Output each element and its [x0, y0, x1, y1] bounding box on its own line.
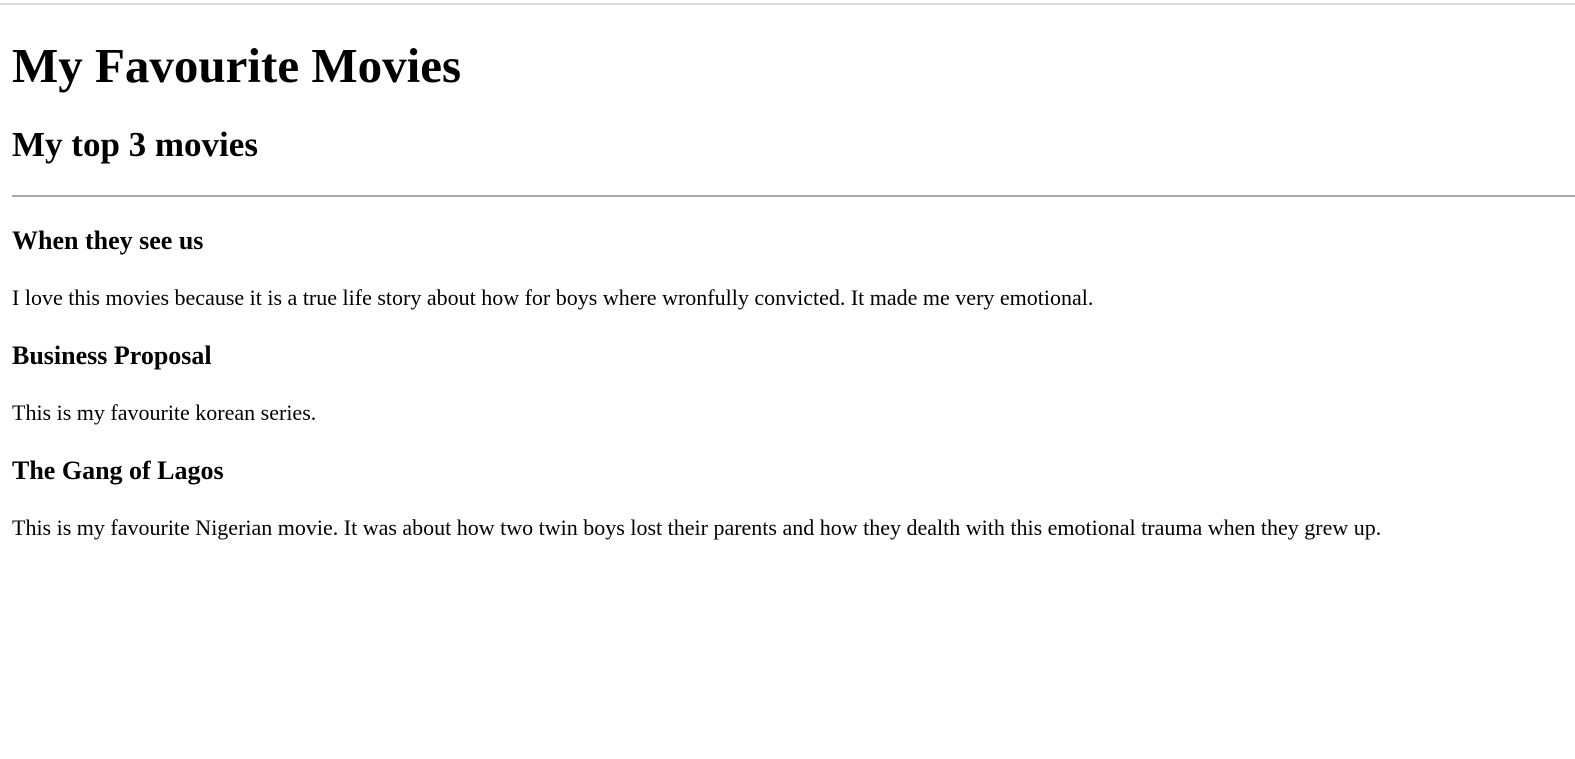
- top-border-line: [0, 3, 1575, 5]
- page-title: My Favourite Movies: [12, 38, 462, 93]
- movie-title: Business Proposal: [12, 341, 212, 370]
- section-divider: [12, 195, 1575, 197]
- movie-description: This is my favourite korean series.: [12, 400, 317, 425]
- page-subtitle: My top 3 movies: [12, 125, 258, 164]
- movie-description: This is my favourite Nigerian movie. It …: [12, 515, 1382, 540]
- movie-title: When they see us: [12, 226, 204, 255]
- movie-title: The Gang of Lagos: [12, 456, 224, 485]
- movie-description: I love this movies because it is a true …: [12, 285, 1094, 310]
